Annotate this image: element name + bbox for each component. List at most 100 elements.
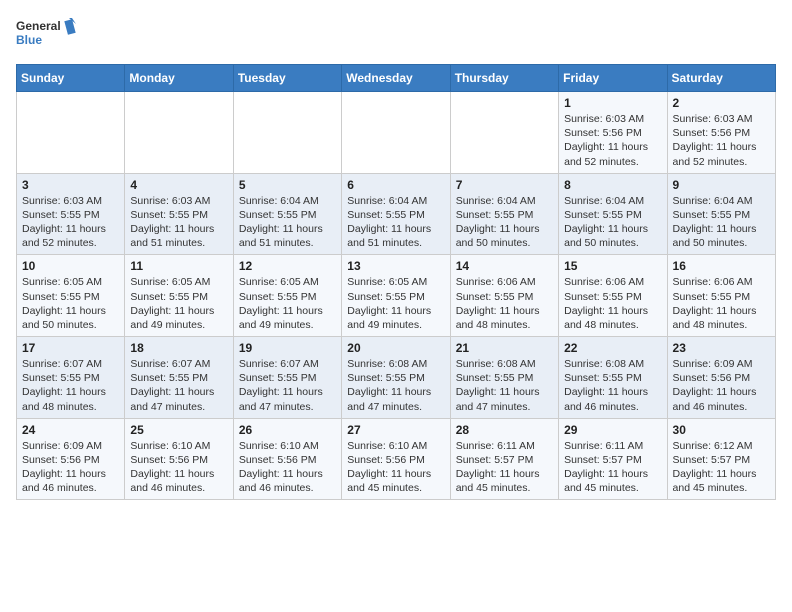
- weekday-header: Saturday: [667, 65, 775, 92]
- calendar-cell: 2Sunrise: 6:03 AM Sunset: 5:56 PM Daylig…: [667, 92, 775, 174]
- day-number: 26: [239, 423, 336, 437]
- day-info: Sunrise: 6:05 AM Sunset: 5:55 PM Dayligh…: [347, 275, 444, 332]
- calendar-cell: 5Sunrise: 6:04 AM Sunset: 5:55 PM Daylig…: [233, 173, 341, 255]
- calendar-cell: 7Sunrise: 6:04 AM Sunset: 5:55 PM Daylig…: [450, 173, 558, 255]
- weekday-header: Monday: [125, 65, 233, 92]
- calendar-week-row: 10 Sunrise: 6:05 AM Sunset: 5:55 PM Dayli…: [17, 255, 776, 337]
- day-number: 11: [130, 259, 227, 273]
- calendar-cell: 12 Sunrise: 6:05 AM Sunset: 5:55 PM Dayli…: [233, 255, 341, 337]
- day-number: 16: [673, 259, 770, 273]
- page-header: General Blue: [16, 16, 776, 52]
- day-number: 10: [22, 259, 119, 273]
- calendar-cell: 30Sunrise: 6:12 AM Sunset: 5:57 PM Dayli…: [667, 418, 775, 500]
- calendar-cell: 15 Sunrise: 6:06 AM Sunset: 5:55 PM Dayli…: [559, 255, 667, 337]
- calendar-cell: [17, 92, 125, 174]
- calendar-cell: 27 Sunrise: 6:10 AM Sunset: 5:56 PM Dayli…: [342, 418, 450, 500]
- day-number: 29: [564, 423, 661, 437]
- day-info: Sunrise: 6:08 AM Sunset: 5:55 PM Dayligh…: [564, 357, 661, 414]
- calendar-cell: 6 Sunrise: 6:04 AM Sunset: 5:55 PM Daylig…: [342, 173, 450, 255]
- day-number: 1: [564, 96, 661, 110]
- calendar-cell: 24 Sunrise: 6:09 AM Sunset: 5:56 PM Dayli…: [17, 418, 125, 500]
- day-number: 24: [22, 423, 119, 437]
- calendar-cell: [125, 92, 233, 174]
- day-number: 14: [456, 259, 553, 273]
- calendar-cell: 23 Sunrise: 6:09 AM Sunset: 5:56 PM Dayli…: [667, 337, 775, 419]
- day-number: 8: [564, 178, 661, 192]
- day-info: Sunrise: 6:10 AM Sunset: 5:56 PM Dayligh…: [347, 439, 444, 496]
- calendar-week-row: 24 Sunrise: 6:09 AM Sunset: 5:56 PM Dayli…: [17, 418, 776, 500]
- day-info: Sunrise: 6:11 AM Sunset: 5:57 PM Dayligh…: [456, 439, 553, 496]
- calendar-cell: 17 Sunrise: 6:07 AM Sunset: 5:55 PM Dayli…: [17, 337, 125, 419]
- svg-text:Blue: Blue: [16, 33, 42, 47]
- weekday-header: Tuesday: [233, 65, 341, 92]
- day-info: Sunrise: 6:07 AM Sunset: 5:55 PM Dayligh…: [239, 357, 336, 414]
- day-number: 28: [456, 423, 553, 437]
- calendar-cell: 9Sunrise: 6:04 AM Sunset: 5:55 PM Daylig…: [667, 173, 775, 255]
- day-number: 9: [673, 178, 770, 192]
- day-info: Sunrise: 6:03 AM Sunset: 5:55 PM Dayligh…: [130, 194, 227, 251]
- day-info: Sunrise: 6:04 AM Sunset: 5:55 PM Dayligh…: [564, 194, 661, 251]
- day-info: Sunrise: 6:10 AM Sunset: 5:56 PM Dayligh…: [130, 439, 227, 496]
- calendar-cell: [233, 92, 341, 174]
- day-number: 17: [22, 341, 119, 355]
- day-number: 15: [564, 259, 661, 273]
- day-info: Sunrise: 6:03 AM Sunset: 5:55 PM Dayligh…: [22, 194, 119, 251]
- calendar-cell: 21 Sunrise: 6:08 AM Sunset: 5:55 PM Dayli…: [450, 337, 558, 419]
- day-info: Sunrise: 6:05 AM Sunset: 5:55 PM Dayligh…: [239, 275, 336, 332]
- calendar-cell: [342, 92, 450, 174]
- weekday-header: Sunday: [17, 65, 125, 92]
- day-number: 6: [347, 178, 444, 192]
- calendar-header-row: SundayMondayTuesdayWednesdayThursdayFrid…: [17, 65, 776, 92]
- calendar-week-row: 17 Sunrise: 6:07 AM Sunset: 5:55 PM Dayli…: [17, 337, 776, 419]
- calendar-cell: [450, 92, 558, 174]
- calendar-week-row: 1Sunrise: 6:03 AM Sunset: 5:56 PM Daylig…: [17, 92, 776, 174]
- day-number: 23: [673, 341, 770, 355]
- day-number: 3: [22, 178, 119, 192]
- calendar-table: SundayMondayTuesdayWednesdayThursdayFrid…: [16, 64, 776, 500]
- calendar-cell: 11 Sunrise: 6:05 AM Sunset: 5:55 PM Dayli…: [125, 255, 233, 337]
- calendar-cell: 22 Sunrise: 6:08 AM Sunset: 5:55 PM Dayli…: [559, 337, 667, 419]
- day-info: Sunrise: 6:12 AM Sunset: 5:57 PM Dayligh…: [673, 439, 770, 496]
- logo: General Blue: [16, 16, 76, 52]
- day-info: Sunrise: 6:06 AM Sunset: 5:55 PM Dayligh…: [564, 275, 661, 332]
- day-info: Sunrise: 6:04 AM Sunset: 5:55 PM Dayligh…: [347, 194, 444, 251]
- calendar-cell: 10 Sunrise: 6:05 AM Sunset: 5:55 PM Dayli…: [17, 255, 125, 337]
- day-info: Sunrise: 6:07 AM Sunset: 5:55 PM Dayligh…: [22, 357, 119, 414]
- logo-svg: General Blue: [16, 16, 76, 52]
- day-info: Sunrise: 6:04 AM Sunset: 5:55 PM Dayligh…: [239, 194, 336, 251]
- calendar-cell: 19 Sunrise: 6:07 AM Sunset: 5:55 PM Dayli…: [233, 337, 341, 419]
- calendar-cell: 3 Sunrise: 6:03 AM Sunset: 5:55 PM Daylig…: [17, 173, 125, 255]
- weekday-header: Friday: [559, 65, 667, 92]
- weekday-header: Wednesday: [342, 65, 450, 92]
- day-number: 12: [239, 259, 336, 273]
- day-number: 20: [347, 341, 444, 355]
- calendar-cell: 13 Sunrise: 6:05 AM Sunset: 5:55 PM Dayli…: [342, 255, 450, 337]
- calendar-cell: 26Sunrise: 6:10 AM Sunset: 5:56 PM Dayli…: [233, 418, 341, 500]
- calendar-cell: 16 Sunrise: 6:06 AM Sunset: 5:55 PM Dayli…: [667, 255, 775, 337]
- calendar-cell: 8 Sunrise: 6:04 AM Sunset: 5:55 PM Daylig…: [559, 173, 667, 255]
- day-number: 7: [456, 178, 553, 192]
- day-info: Sunrise: 6:08 AM Sunset: 5:55 PM Dayligh…: [456, 357, 553, 414]
- day-number: 21: [456, 341, 553, 355]
- calendar-cell: 28 Sunrise: 6:11 AM Sunset: 5:57 PM Dayli…: [450, 418, 558, 500]
- day-info: Sunrise: 6:09 AM Sunset: 5:56 PM Dayligh…: [673, 357, 770, 414]
- day-number: 22: [564, 341, 661, 355]
- day-info: Sunrise: 6:05 AM Sunset: 5:55 PM Dayligh…: [130, 275, 227, 332]
- day-number: 13: [347, 259, 444, 273]
- day-info: Sunrise: 6:07 AM Sunset: 5:55 PM Dayligh…: [130, 357, 227, 414]
- day-number: 4: [130, 178, 227, 192]
- day-info: Sunrise: 6:09 AM Sunset: 5:56 PM Dayligh…: [22, 439, 119, 496]
- day-info: Sunrise: 6:11 AM Sunset: 5:57 PM Dayligh…: [564, 439, 661, 496]
- calendar-cell: 20Sunrise: 6:08 AM Sunset: 5:55 PM Dayli…: [342, 337, 450, 419]
- day-number: 19: [239, 341, 336, 355]
- day-info: Sunrise: 6:06 AM Sunset: 5:55 PM Dayligh…: [456, 275, 553, 332]
- day-number: 27: [347, 423, 444, 437]
- weekday-header: Thursday: [450, 65, 558, 92]
- calendar-cell: 14 Sunrise: 6:06 AM Sunset: 5:55 PM Dayli…: [450, 255, 558, 337]
- day-info: Sunrise: 6:06 AM Sunset: 5:55 PM Dayligh…: [673, 275, 770, 332]
- day-info: Sunrise: 6:05 AM Sunset: 5:55 PM Dayligh…: [22, 275, 119, 332]
- svg-text:General: General: [16, 19, 61, 33]
- day-number: 18: [130, 341, 227, 355]
- calendar-week-row: 3 Sunrise: 6:03 AM Sunset: 5:55 PM Daylig…: [17, 173, 776, 255]
- calendar-cell: 29 Sunrise: 6:11 AM Sunset: 5:57 PM Dayli…: [559, 418, 667, 500]
